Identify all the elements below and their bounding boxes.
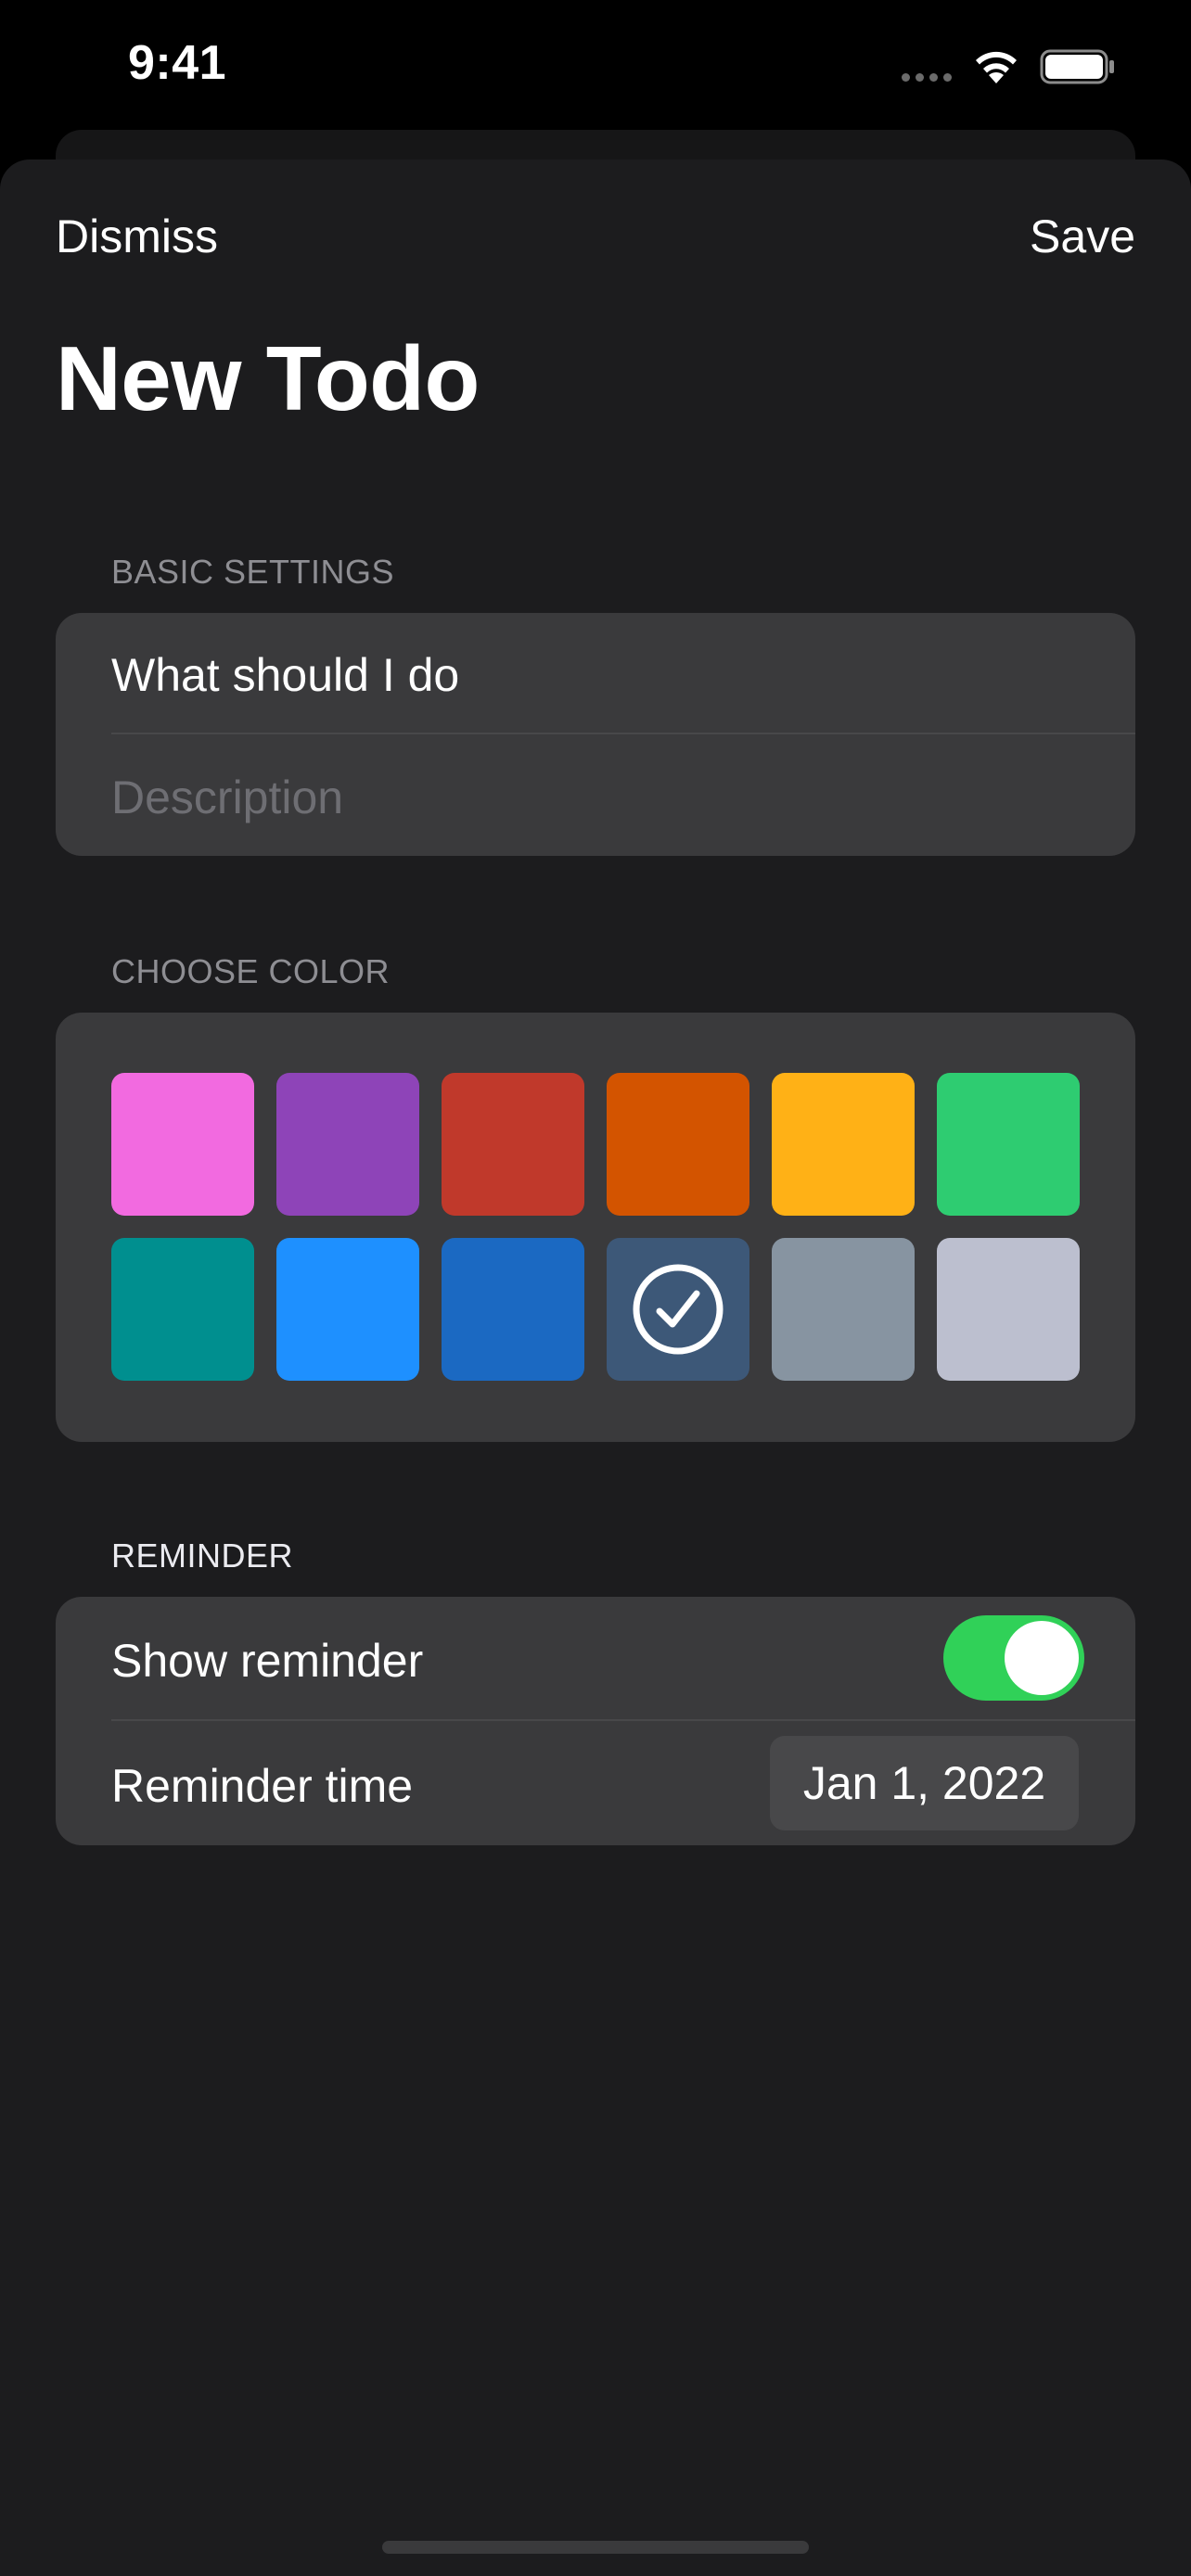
color-swatch[interactable] [111,1238,254,1381]
color-picker-group [56,1013,1135,1442]
home-indicator [382,2541,809,2554]
color-swatch[interactable] [937,1073,1080,1216]
color-swatch[interactable] [937,1238,1080,1381]
cellular-signal-icon [902,73,952,82]
color-swatch[interactable] [111,1073,254,1216]
page-title: New Todo [56,327,480,429]
reminder-time-label: Reminder time [111,1760,414,1812]
divider [111,733,1135,734]
show-reminder-toggle[interactable] [943,1615,1084,1701]
save-button[interactable]: Save [1030,210,1135,263]
color-swatch[interactable] [442,1073,584,1216]
dismiss-button[interactable]: Dismiss [56,210,218,263]
color-swatch[interactable] [276,1238,419,1381]
color-swatch[interactable] [607,1238,749,1381]
toggle-knob [1005,1621,1079,1695]
divider [111,1719,1135,1721]
color-swatch[interactable] [772,1238,915,1381]
reminder-date-picker[interactable]: Jan 1, 2022 [770,1736,1079,1830]
description-field[interactable]: Description [111,771,343,824]
color-swatch[interactable] [276,1073,419,1216]
battery-full-icon [1040,49,1114,84]
show-reminder-label: Show reminder [111,1635,424,1687]
color-swatch[interactable] [442,1238,584,1381]
basic-settings-group: What should I do Description [56,613,1135,856]
choose-color-header: CHOOSE COLOR [111,952,391,990]
status-bar: 9:41 [0,0,1191,130]
color-swatch[interactable] [607,1073,749,1216]
basic-settings-header: BASIC SETTINGS [111,553,395,591]
title-field[interactable]: What should I do [111,648,459,702]
color-swatch[interactable] [772,1073,915,1216]
status-time: 9:41 [128,36,227,90]
checkmark-circle-icon [633,1264,724,1355]
wifi-icon [976,51,1017,83]
reminder-header: REMINDER [111,1537,294,1575]
